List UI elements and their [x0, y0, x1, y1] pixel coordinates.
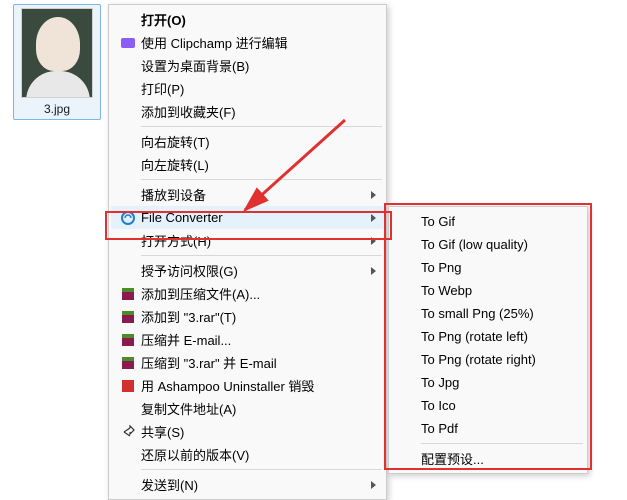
separator [141, 469, 382, 470]
submenu-to-ico[interactable]: To Ico [391, 394, 585, 417]
chevron-right-icon [371, 237, 376, 245]
menu-share[interactable]: 共享(S) [111, 420, 384, 443]
share-icon [120, 424, 136, 440]
menu-copy-path[interactable]: 复制文件地址(A) [111, 397, 384, 420]
submenu-to-pdf[interactable]: To Pdf [391, 417, 585, 440]
chevron-right-icon [371, 214, 376, 222]
submenu-to-png-rotate-right[interactable]: To Png (rotate right) [391, 348, 585, 371]
file-thumbnail[interactable]: 3.jpg [17, 8, 97, 116]
menu-open[interactable]: 打开(O) [111, 8, 384, 31]
menu-set-background[interactable]: 设置为桌面背景(B) [111, 54, 384, 77]
menu-rotate-left[interactable]: 向左旋转(L) [111, 153, 384, 176]
submenu-to-small-png[interactable]: To small Png (25%) [391, 302, 585, 325]
submenu-to-webp[interactable]: To Webp [391, 279, 585, 302]
submenu-to-gif-low[interactable]: To Gif (low quality) [391, 233, 585, 256]
winrar-icon [120, 309, 136, 325]
menu-send-to[interactable]: 发送到(N) [111, 473, 384, 496]
context-menu: 打开(O) 使用 Clipchamp 进行编辑 设置为桌面背景(B) 打印(P)… [108, 4, 387, 500]
menu-open-with[interactable]: 打开方式(H) [111, 229, 384, 252]
submenu-to-png[interactable]: To Png [391, 256, 585, 279]
separator [141, 179, 382, 180]
submenu-to-gif[interactable]: To Gif [391, 210, 585, 233]
chevron-right-icon [371, 481, 376, 489]
submenu-configure-presets[interactable]: 配置预设... [391, 447, 585, 470]
menu-add-3rar[interactable]: 添加到 "3.rar"(T) [111, 305, 384, 328]
separator [141, 126, 382, 127]
menu-grant-access[interactable]: 授予访问权限(G) [111, 259, 384, 282]
menu-rotate-right[interactable]: 向右旋转(T) [111, 130, 384, 153]
menu-add-favorites[interactable]: 添加到收藏夹(F) [111, 100, 384, 123]
menu-cast-to-device[interactable]: 播放到设备 [111, 183, 384, 206]
file-converter-icon [120, 210, 136, 226]
menu-zip-email[interactable]: 压缩并 E-mail... [111, 328, 384, 351]
menu-file-converter[interactable]: File Converter [111, 206, 384, 229]
chevron-right-icon [371, 267, 376, 275]
submenu-to-png-rotate-left[interactable]: To Png (rotate left) [391, 325, 585, 348]
winrar-icon [120, 355, 136, 371]
file-converter-submenu: To Gif To Gif (low quality) To Png To We… [388, 206, 588, 474]
menu-clipchamp[interactable]: 使用 Clipchamp 进行编辑 [111, 31, 384, 54]
clipchamp-icon [120, 35, 136, 51]
winrar-icon [120, 286, 136, 302]
separator [141, 255, 382, 256]
submenu-to-jpg[interactable]: To Jpg [391, 371, 585, 394]
chevron-right-icon [371, 191, 376, 199]
menu-add-archive[interactable]: 添加到压缩文件(A)... [111, 282, 384, 305]
menu-zip-3rar-email[interactable]: 压缩到 "3.rar" 并 E-mail [111, 351, 384, 374]
winrar-icon [120, 332, 136, 348]
menu-restore-previous[interactable]: 还原以前的版本(V) [111, 443, 384, 466]
ashampoo-icon [120, 378, 136, 394]
menu-ashampoo[interactable]: 用 Ashampoo Uninstaller 销毁 [111, 374, 384, 397]
menu-print[interactable]: 打印(P) [111, 77, 384, 100]
separator [421, 443, 583, 444]
